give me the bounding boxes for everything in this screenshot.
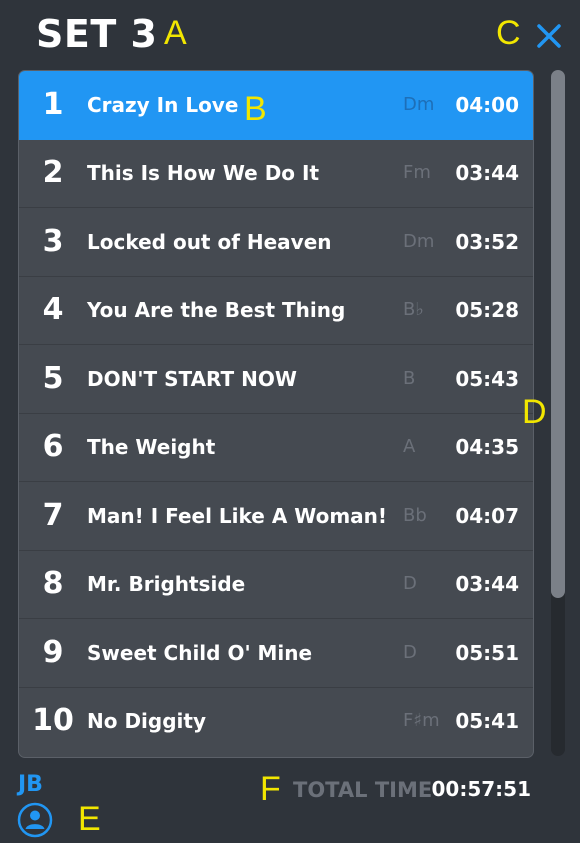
annotation-a: A (164, 14, 187, 52)
song-number: 2 (42, 155, 64, 190)
song-number: 1 (42, 87, 64, 122)
song-duration: 03:44 (455, 572, 519, 596)
annotation-b: B (244, 90, 267, 128)
song-duration: 04:35 (455, 435, 519, 459)
song-row[interactable]: 9 Sweet Child O' Mine D 05:51 (19, 619, 533, 688)
song-title: Sweet Child O' Mine (87, 641, 313, 665)
song-key: Fm (403, 162, 431, 183)
song-row[interactable]: 6 The Weight A 04:35 (19, 413, 533, 482)
song-title: This Is How We Do It (87, 161, 320, 185)
song-duration: 05:43 (455, 367, 519, 391)
song-row[interactable]: 8 Mr. Brightside D 03:44 (19, 550, 533, 619)
setlist-panel: 1 Crazy In Love Dm 04:00 2 This Is How W… (18, 70, 534, 758)
song-key: Dm (403, 231, 435, 252)
song-number: 5 (42, 361, 64, 396)
song-row[interactable]: 7 Man! I Feel Like A Woman! Bb 04:07 (19, 482, 533, 551)
song-key: Bb (403, 505, 427, 526)
song-key: D (403, 573, 417, 594)
song-number: 6 (42, 429, 64, 464)
song-duration: 05:51 (455, 641, 519, 665)
song-row[interactable]: 4 You Are the Best Thing B♭ 05:28 (19, 276, 533, 345)
user-initials: JB (18, 772, 43, 797)
user-avatar-button[interactable] (17, 802, 53, 838)
song-number: 9 (42, 635, 64, 670)
scrollbar-thumb[interactable] (551, 70, 565, 598)
user-icon (17, 802, 53, 838)
song-duration: 03:44 (455, 161, 519, 185)
song-duration: 03:52 (455, 230, 519, 254)
song-title: You Are the Best Thing (87, 298, 346, 322)
song-duration: 05:28 (455, 298, 519, 322)
annotation-e: E (78, 800, 101, 838)
song-row[interactable]: 5 DON'T START NOW B 05:43 (19, 345, 533, 414)
annotation-f: F (260, 770, 281, 808)
annotation-d: D (522, 393, 547, 431)
song-key: Dm (403, 94, 435, 115)
song-row[interactable]: 2 This Is How We Do It Fm 03:44 (19, 139, 533, 208)
song-row[interactable]: 10 No Diggity F♯m 05:41 (19, 687, 533, 755)
song-number: 10 (32, 703, 74, 738)
song-title: Crazy In Love (87, 93, 239, 117)
total-time-value: 00:57:51 (431, 777, 532, 801)
song-duration: 05:41 (455, 709, 519, 733)
song-title: The Weight (87, 435, 216, 459)
scrollbar[interactable] (551, 70, 565, 756)
song-row[interactable]: 3 Locked out of Heaven Dm 03:52 (19, 208, 533, 277)
song-duration: 04:00 (455, 93, 519, 117)
song-duration: 04:07 (455, 504, 519, 528)
song-key: D (403, 642, 417, 663)
song-key: B♭ (403, 299, 424, 320)
set-title: SET 3 (36, 12, 158, 56)
song-key: A (403, 436, 416, 457)
song-row[interactable]: 1 Crazy In Love Dm 04:00 (19, 71, 533, 140)
song-title: Locked out of Heaven (87, 230, 332, 254)
song-title: DON'T START NOW (87, 367, 297, 391)
close-icon (537, 24, 561, 48)
total-time-label: TOTAL TIME (293, 778, 433, 802)
song-title: No Diggity (87, 709, 206, 733)
close-button[interactable] (535, 22, 563, 50)
song-number: 4 (42, 292, 64, 327)
song-number: 7 (42, 498, 64, 533)
song-number: 3 (42, 224, 64, 259)
annotation-c: C (496, 14, 521, 52)
song-title: Man! I Feel Like A Woman! (87, 504, 388, 528)
song-number: 8 (42, 566, 64, 601)
song-key: F♯m (403, 710, 440, 731)
song-key: B (403, 368, 416, 389)
song-title: Mr. Brightside (87, 572, 246, 596)
